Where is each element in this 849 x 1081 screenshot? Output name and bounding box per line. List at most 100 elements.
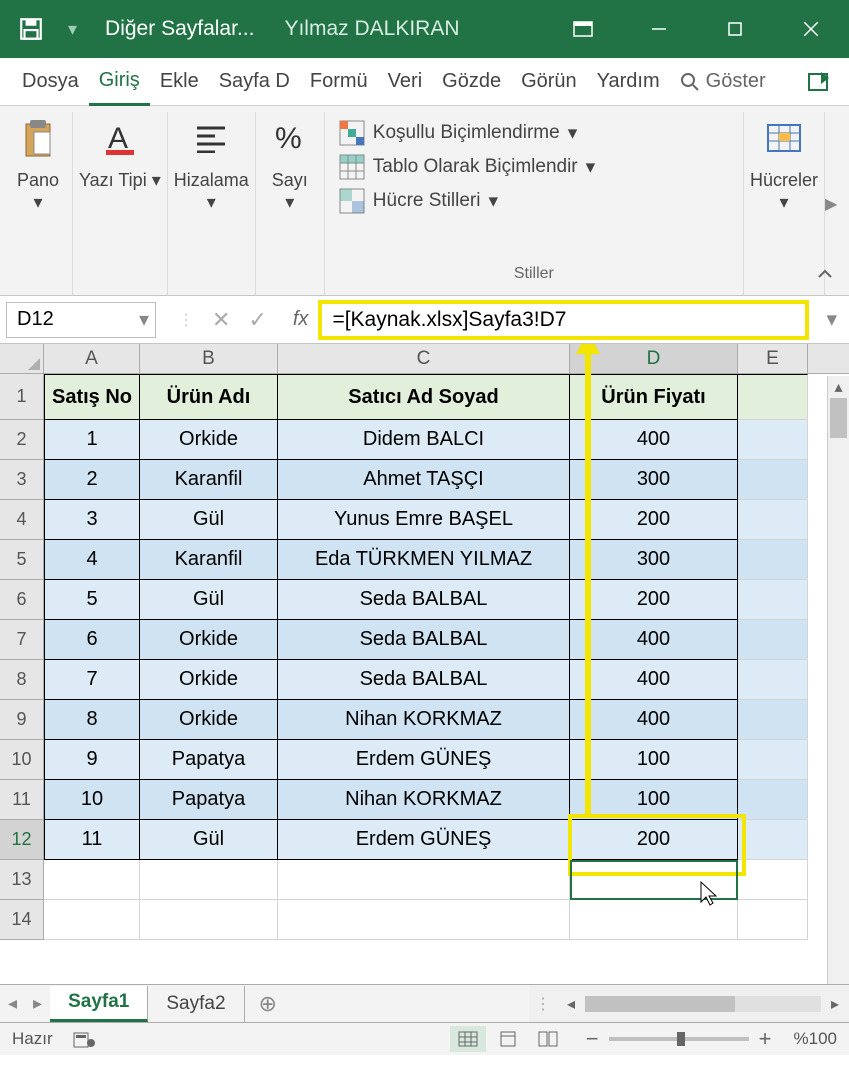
row-header[interactable]: 13: [0, 860, 44, 900]
add-sheet-button[interactable]: ⊕: [245, 991, 291, 1017]
col-header-c[interactable]: C: [278, 344, 570, 373]
cell[interactable]: 2: [44, 460, 140, 500]
row-header[interactable]: 1: [0, 374, 44, 420]
tab-view[interactable]: Görün: [511, 58, 587, 106]
col-header-d[interactable]: D: [570, 344, 738, 373]
formula-input[interactable]: =[Kaynak.xlsx]Sayfa3!D7 ▾: [318, 300, 809, 340]
cell[interactable]: 7: [44, 660, 140, 700]
cell[interactable]: Orkide: [140, 660, 278, 700]
row-header[interactable]: 5: [0, 540, 44, 580]
cell[interactable]: 11: [44, 820, 140, 860]
cell[interactable]: 300: [570, 540, 738, 580]
cell[interactable]: Yunus Emre BAŞEL: [278, 500, 570, 540]
cell[interactable]: Papatya: [140, 780, 278, 820]
font-button[interactable]: A: [92, 114, 148, 162]
cell[interactable]: [738, 460, 808, 500]
cell[interactable]: [140, 860, 278, 900]
cell[interactable]: 5: [44, 580, 140, 620]
conditional-formatting-button[interactable]: Koşullu Biçimlendirme ▾: [339, 120, 577, 146]
zoom-level[interactable]: %100: [794, 1029, 837, 1049]
maximize-button[interactable]: [697, 0, 773, 58]
tab-insert[interactable]: Ekle: [150, 58, 209, 106]
close-button[interactable]: [773, 0, 849, 58]
sheet-tab-2[interactable]: Sayfa2: [148, 986, 244, 1022]
col-header-b[interactable]: B: [140, 344, 278, 373]
cell[interactable]: Orkide: [140, 700, 278, 740]
cell[interactable]: Ahmet TAŞÇI: [278, 460, 570, 500]
tab-review[interactable]: Gözde: [432, 58, 511, 106]
cell[interactable]: Nihan KORKMAZ: [278, 700, 570, 740]
header-cell[interactable]: Satış No: [44, 374, 140, 420]
sheet-tab-1[interactable]: Sayfa1: [50, 986, 148, 1022]
cell[interactable]: [738, 540, 808, 580]
collapse-ribbon-icon[interactable]: [815, 265, 841, 291]
header-cell[interactable]: Ürün Fiyatı: [570, 374, 738, 420]
cell[interactable]: Didem BALCI: [278, 420, 570, 460]
view-normal-button[interactable]: [450, 1026, 486, 1052]
cell[interactable]: [278, 900, 570, 940]
cell[interactable]: [738, 740, 808, 780]
row-header[interactable]: 6: [0, 580, 44, 620]
accept-formula-icon[interactable]: ✓: [248, 307, 266, 333]
cell[interactable]: [44, 860, 140, 900]
fx-icon[interactable]: fx: [293, 308, 309, 331]
row-header[interactable]: 3: [0, 460, 44, 500]
cell[interactable]: 200: [570, 820, 738, 860]
tab-help[interactable]: Yardım: [587, 58, 670, 106]
row-header[interactable]: 10: [0, 740, 44, 780]
minimize-button[interactable]: [621, 0, 697, 58]
cell[interactable]: 9: [44, 740, 140, 780]
cell[interactable]: [570, 900, 738, 940]
cell[interactable]: 200: [570, 580, 738, 620]
select-all-corner[interactable]: [0, 344, 44, 373]
cell[interactable]: 4: [44, 540, 140, 580]
zoom-in-button[interactable]: +: [759, 1026, 772, 1052]
header-cell[interactable]: Ürün Adı: [140, 374, 278, 420]
cell[interactable]: 1: [44, 420, 140, 460]
tab-formulas[interactable]: Formü: [300, 58, 378, 106]
row-header[interactable]: 2: [0, 420, 44, 460]
cell[interactable]: Papatya: [140, 740, 278, 780]
cell[interactable]: Gül: [140, 580, 278, 620]
cell[interactable]: Gül: [140, 820, 278, 860]
number-button[interactable]: %: [262, 114, 318, 162]
tab-layout[interactable]: Sayfa D: [209, 58, 300, 106]
cell[interactable]: [738, 620, 808, 660]
cell[interactable]: Orkide: [140, 420, 278, 460]
sheet-nav-next[interactable]: ▸: [25, 993, 50, 1014]
cell[interactable]: Karanfil: [140, 540, 278, 580]
tab-data[interactable]: Veri: [378, 58, 432, 106]
cell-styles-button[interactable]: Hücre Stilleri ▾: [339, 188, 498, 214]
cell[interactable]: [738, 900, 808, 940]
row-header[interactable]: 14: [0, 900, 44, 940]
cell[interactable]: Seda BALBAL: [278, 620, 570, 660]
tab-home[interactable]: Giriş: [89, 58, 150, 106]
qat-customize-icon[interactable]: ▾: [68, 19, 77, 40]
cell[interactable]: 200: [570, 500, 738, 540]
tab-file[interactable]: Dosya: [12, 58, 89, 106]
cell[interactable]: [738, 420, 808, 460]
cell[interactable]: [44, 900, 140, 940]
cell[interactable]: [570, 860, 738, 900]
cell[interactable]: Karanfil: [140, 460, 278, 500]
cell[interactable]: 100: [570, 740, 738, 780]
sheet-nav-prev[interactable]: ◂: [0, 993, 25, 1014]
cell[interactable]: Orkide: [140, 620, 278, 660]
cell[interactable]: Gül: [140, 500, 278, 540]
namebox-dropdown-icon[interactable]: ▾: [139, 307, 149, 332]
save-icon[interactable]: [18, 16, 44, 42]
cell[interactable]: [738, 374, 808, 420]
cell[interactable]: 100: [570, 780, 738, 820]
cell[interactable]: Seda BALBAL: [278, 580, 570, 620]
row-header[interactable]: 4: [0, 500, 44, 540]
view-page-layout-button[interactable]: [490, 1026, 526, 1052]
hscroll-left-icon[interactable]: ◂: [557, 994, 585, 1014]
cell[interactable]: [738, 700, 808, 740]
cell[interactable]: Erdem GÜNEŞ: [278, 740, 570, 780]
row-header[interactable]: 11: [0, 780, 44, 820]
scroll-thumb[interactable]: [830, 398, 847, 438]
cell[interactable]: 400: [570, 620, 738, 660]
view-page-break-button[interactable]: [530, 1026, 566, 1052]
cell[interactable]: 400: [570, 700, 738, 740]
cell[interactable]: [738, 780, 808, 820]
